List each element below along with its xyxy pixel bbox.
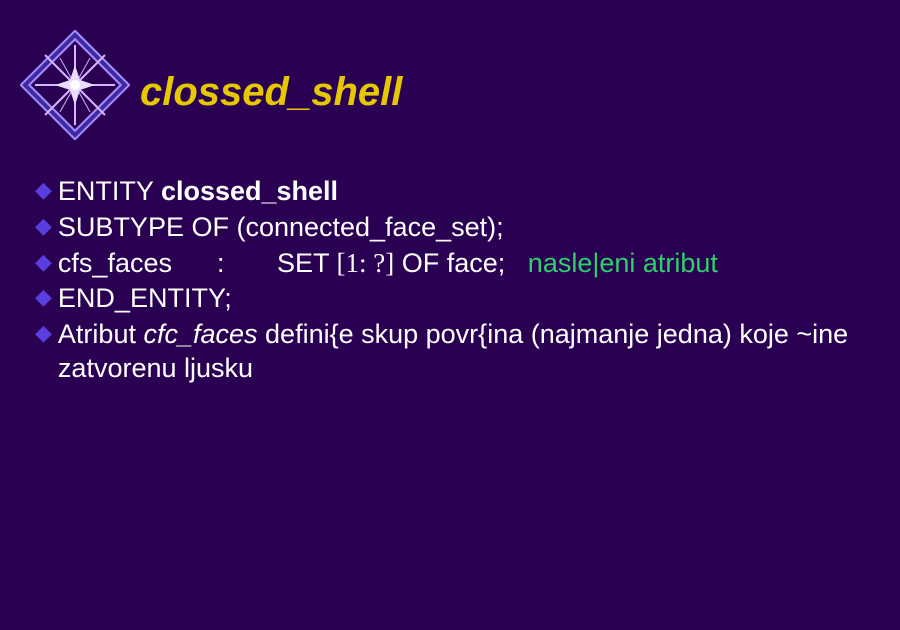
slide-title: clossed_shell [140,70,402,115]
logo-starburst [20,30,130,140]
slide-body: ◆ ENTITY clossed_shell ◆ SUBTYPE OF (con… [35,175,880,388]
bullet-diamond-icon: ◆ [35,282,52,313]
bullet-text: Atribut cfc_faces defini{e skup povr{ina… [58,318,880,386]
bullet-diamond-icon: ◆ [35,211,52,242]
bullet-text: SUBTYPE OF (connected_face_set); [58,211,880,245]
bullet-item: ◆ Atribut cfc_faces defini{e skup povr{i… [35,318,880,386]
bullet-text: cfs_faces : SET [1: ?] OF face; nasle|en… [58,247,880,281]
bullet-item: ◆ cfs_faces : SET [1: ?] OF face; nasle|… [35,247,880,281]
bullet-item: ◆ ENTITY clossed_shell [35,175,880,209]
bullet-text: ENTITY clossed_shell [58,175,880,209]
bullet-text: END_ENTITY; [58,282,880,316]
bullet-item: ◆ SUBTYPE OF (connected_face_set); [35,211,880,245]
bullet-diamond-icon: ◆ [35,247,52,278]
bullet-item: ◆ END_ENTITY; [35,282,880,316]
slide: clossed_shell ◆ ENTITY clossed_shell ◆ S… [0,0,900,630]
bullet-diamond-icon: ◆ [35,318,52,349]
bullet-diamond-icon: ◆ [35,175,52,206]
